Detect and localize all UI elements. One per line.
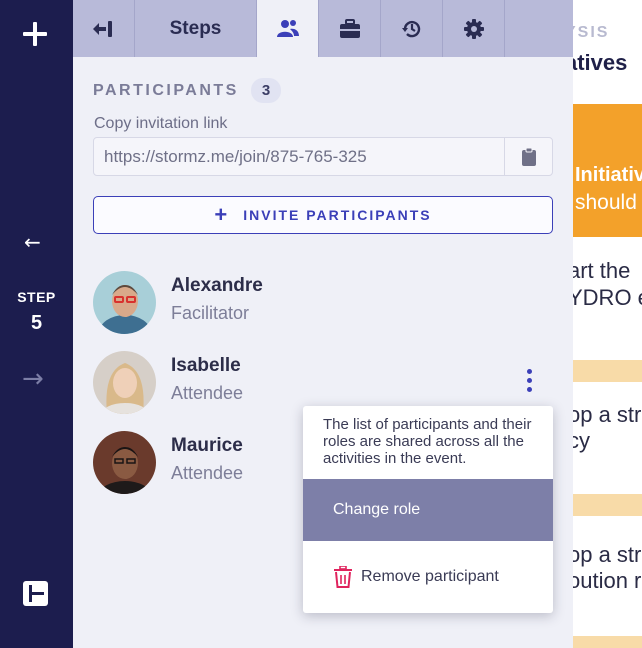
remove-participant-label: Remove participant bbox=[361, 568, 499, 585]
background-text: Initiativ bbox=[575, 164, 642, 186]
participant-role: Attendee bbox=[171, 383, 244, 403]
background-text: cy bbox=[573, 428, 590, 453]
invite-participants-label: INVITE PARTICIPANTS bbox=[243, 207, 432, 223]
clipboard-icon bbox=[521, 147, 536, 166]
trash-icon bbox=[334, 566, 352, 588]
change-role-menu-item[interactable]: Change role bbox=[303, 479, 553, 541]
tab-history[interactable] bbox=[381, 0, 443, 57]
participant-name: Isabelle bbox=[171, 355, 241, 376]
tab-empty bbox=[505, 0, 573, 57]
participants-title: PARTICIPANTS bbox=[93, 81, 239, 99]
participant-row[interactable]: Alexandre Facilitator bbox=[93, 271, 553, 335]
layout-icon[interactable] bbox=[23, 581, 48, 606]
background-text: YDRO e bbox=[573, 285, 642, 310]
participants-icon bbox=[276, 19, 299, 37]
briefcase-icon bbox=[339, 18, 360, 38]
add-icon[interactable] bbox=[20, 20, 50, 50]
tab-bar: Steps bbox=[73, 0, 573, 57]
participant-name: Alexandre bbox=[171, 275, 263, 296]
copy-invitation-label: Copy invitation link bbox=[94, 115, 228, 132]
back-arrow-icon[interactable]: ← bbox=[24, 232, 41, 252]
background-text: atives bbox=[573, 50, 628, 75]
tab-participants[interactable] bbox=[257, 0, 319, 57]
background-divider bbox=[573, 360, 642, 382]
tab-briefcase[interactable] bbox=[319, 0, 381, 57]
background-text: should bbox=[575, 191, 637, 214]
left-rail: ← STEP 5 → bbox=[0, 0, 73, 648]
tab-steps-label: Steps bbox=[169, 17, 222, 39]
step-number: 5 bbox=[30, 312, 43, 334]
participant-role: Attendee bbox=[171, 463, 244, 483]
background-text: op a str bbox=[573, 402, 642, 427]
avatar bbox=[93, 271, 156, 334]
background-text: oution r bbox=[573, 568, 642, 593]
tab-steps[interactable]: Steps bbox=[135, 0, 257, 57]
settings-icon bbox=[463, 18, 484, 39]
collapse-panel-icon bbox=[92, 20, 112, 37]
invitation-link-text[interactable]: https://stormz.me/join/875-765-325 bbox=[94, 138, 504, 175]
avatar bbox=[93, 351, 156, 414]
history-icon bbox=[401, 20, 420, 37]
forward-arrow-icon[interactable]: → bbox=[22, 366, 44, 392]
tab-collapse[interactable] bbox=[73, 0, 135, 57]
background-content: YSIS atives Initiativ should art the YDR… bbox=[573, 0, 642, 648]
participant-name: Maurice bbox=[171, 435, 243, 456]
plus-icon: + bbox=[214, 202, 228, 227]
background-text: art the bbox=[573, 258, 631, 283]
participants-count-badge: 3 bbox=[250, 78, 282, 103]
background-text: op a str bbox=[573, 542, 642, 567]
background-text: YSIS bbox=[573, 24, 610, 41]
participant-role: Facilitator bbox=[171, 303, 250, 323]
participants-header: PARTICIPANTS 3 bbox=[93, 78, 282, 103]
participant-options-menu: The list of participants and their roles… bbox=[303, 406, 553, 613]
step-label: STEP bbox=[17, 289, 56, 305]
copy-link-button[interactable] bbox=[504, 138, 552, 175]
background-divider bbox=[573, 494, 642, 516]
invite-participants-button[interactable]: + INVITE PARTICIPANTS bbox=[93, 196, 553, 234]
menu-info-text: The list of participants and their roles… bbox=[323, 416, 532, 467]
avatar bbox=[93, 431, 156, 494]
invitation-link-field[interactable]: https://stormz.me/join/875-765-325 bbox=[93, 137, 553, 176]
background-divider bbox=[573, 636, 642, 648]
tab-settings[interactable] bbox=[443, 0, 505, 57]
remove-participant-menu-item[interactable]: Remove participant bbox=[303, 541, 553, 613]
background-card: Initiativ should bbox=[573, 104, 642, 237]
more-options-icon[interactable] bbox=[523, 369, 535, 395]
